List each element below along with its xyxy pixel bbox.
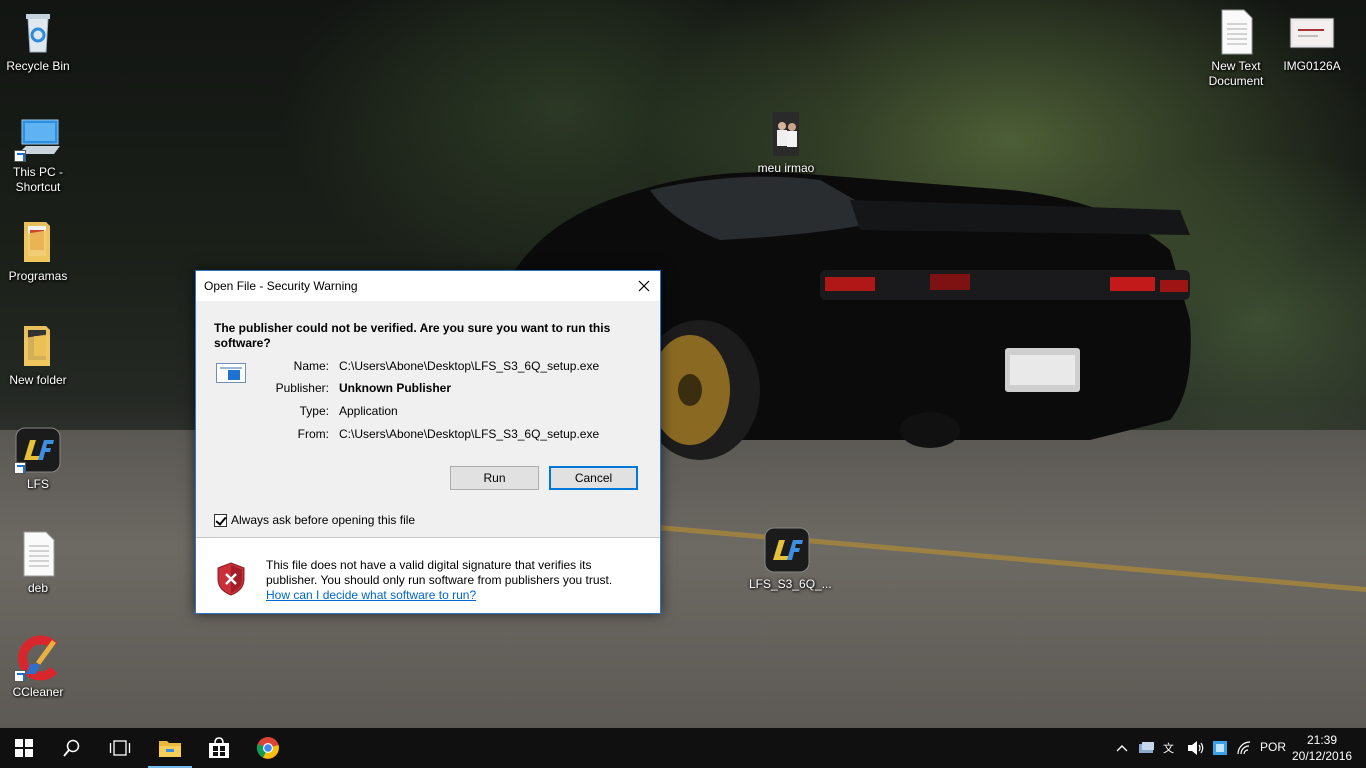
task-view-button[interactable] bbox=[96, 728, 144, 768]
lfs-app-icon bbox=[763, 526, 811, 574]
desktop-icon-label: New Text Document bbox=[1208, 59, 1264, 88]
desktop-icon-label: LFS bbox=[26, 477, 49, 491]
taskbar-store[interactable] bbox=[195, 728, 243, 768]
folder-icon bbox=[14, 322, 62, 370]
keyboard-input-icon: 文 bbox=[1163, 741, 1174, 755]
taskbar-file-explorer[interactable] bbox=[146, 728, 194, 768]
publisher-label: Publisher: bbox=[275, 381, 329, 395]
taskbar-chrome[interactable] bbox=[244, 728, 292, 768]
desktop-icon-ccleaner[interactable]: CCleaner bbox=[0, 634, 76, 700]
desktop-icon-meu-irmao[interactable]: meu irmao bbox=[748, 110, 824, 176]
photo-thumbnail-icon bbox=[762, 110, 810, 158]
desktop-icon-new-text-document[interactable]: New Text Document bbox=[1198, 8, 1274, 89]
recycle-bin-icon bbox=[14, 8, 62, 56]
speaker-icon bbox=[1188, 741, 1204, 755]
desktop-icon-new-folder[interactable]: New folder bbox=[0, 322, 76, 388]
desktop-icon-label: IMG0126A bbox=[1283, 59, 1341, 73]
folder-icon bbox=[159, 741, 181, 757]
type-label: Type: bbox=[299, 404, 329, 418]
desktop-icon-deb[interactable]: deb bbox=[0, 530, 76, 596]
ccleaner-icon bbox=[14, 634, 62, 682]
clock[interactable]: 21:39 20/12/2016 bbox=[1292, 732, 1352, 764]
desktop-icon-label: deb bbox=[27, 581, 49, 595]
always-ask-checkbox[interactable] bbox=[214, 513, 227, 527]
tray-device-icon-button[interactable] bbox=[1136, 728, 1158, 768]
desktop-icon-label: Recycle Bin bbox=[6, 59, 70, 73]
help-link[interactable]: How can I decide what software to run? bbox=[266, 588, 476, 603]
desktop-icon-label: CCleaner bbox=[12, 685, 64, 699]
desktop-icon-label: meu irmao bbox=[757, 161, 815, 175]
shortcut-arrow-icon bbox=[14, 670, 26, 682]
cancel-button[interactable]: Cancel bbox=[549, 466, 638, 490]
computer-icon bbox=[14, 114, 62, 162]
desktop-icon-lfs-setup[interactable]: LFS_S3_6Q_... bbox=[749, 526, 832, 592]
text-document-icon bbox=[14, 530, 62, 578]
publisher-value: Unknown Publisher bbox=[339, 381, 452, 395]
desktop-icon-recycle-bin[interactable]: Recycle Bin bbox=[0, 8, 76, 74]
image-thumbnail-icon bbox=[1288, 8, 1336, 56]
shield-warning-icon bbox=[217, 562, 245, 596]
tray-keyboard-button[interactable]: 文 bbox=[1160, 728, 1182, 768]
application-file-icon bbox=[216, 363, 246, 383]
wifi-button[interactable] bbox=[1234, 728, 1254, 768]
wifi-icon bbox=[1237, 741, 1251, 755]
desktop-icon-this-pc[interactable]: This PC - Shortcut bbox=[0, 114, 76, 195]
desktop-icon-label: New folder bbox=[9, 373, 67, 387]
desktop-icon-programas[interactable]: Programas bbox=[0, 218, 76, 284]
folder-icon bbox=[14, 218, 62, 266]
from-value: C:\Users\Abone\Desktop\LFS_S3_6Q_setup.e… bbox=[339, 427, 600, 441]
taskbar: 文 POR 21:39 20/12/2016 bbox=[0, 728, 1366, 768]
close-icon bbox=[638, 280, 650, 292]
clock-time: 21:39 bbox=[1306, 733, 1338, 747]
store-icon bbox=[209, 737, 229, 758]
always-ask-option[interactable]: Always ask before opening this file bbox=[214, 513, 415, 527]
warning-message: This file does not have a valid digital … bbox=[266, 558, 646, 603]
security-warning-dialog: Open File - Security Warning The publish… bbox=[195, 270, 661, 614]
dialog-heading: The publisher could not be verified. Are… bbox=[214, 321, 611, 350]
close-button[interactable] bbox=[628, 271, 660, 301]
name-value: C:\Users\Abone\Desktop\LFS_S3_6Q_setup.e… bbox=[339, 359, 600, 373]
search-button[interactable] bbox=[48, 728, 96, 768]
volume-button[interactable] bbox=[1185, 728, 1207, 768]
tray-app-button[interactable] bbox=[1210, 728, 1230, 768]
shortcut-arrow-icon bbox=[14, 462, 26, 474]
start-button[interactable] bbox=[0, 728, 48, 768]
search-icon bbox=[63, 739, 80, 757]
language-indicator[interactable]: POR bbox=[1260, 740, 1286, 754]
show-hidden-icons-button[interactable] bbox=[1112, 728, 1132, 768]
chrome-icon bbox=[256, 737, 279, 759]
run-button[interactable]: Run bbox=[450, 466, 539, 490]
from-label: From: bbox=[297, 427, 329, 441]
type-value: Application bbox=[339, 404, 398, 418]
warning-text: This file does not have a valid digital … bbox=[266, 558, 613, 587]
clock-date: 20/12/2016 bbox=[1292, 749, 1353, 763]
svg-text:文: 文 bbox=[1163, 741, 1174, 755]
desktop-icon-lfs[interactable]: LFS bbox=[0, 426, 76, 492]
desktop-icon-label: LFS_S3_6Q_... bbox=[749, 577, 832, 591]
dialog-title: Open File - Security Warning bbox=[204, 279, 358, 293]
lfs-app-icon bbox=[14, 426, 62, 474]
name-label: Name: bbox=[293, 359, 329, 373]
desktop-icon-label: This PC - Shortcut bbox=[12, 165, 63, 194]
desktop-icon-label: Programas bbox=[8, 269, 68, 283]
task-view-icon bbox=[109, 740, 131, 756]
text-document-icon bbox=[1212, 8, 1260, 56]
chevron-up-icon bbox=[1116, 745, 1128, 752]
dialog-titlebar[interactable]: Open File - Security Warning bbox=[196, 271, 660, 301]
shortcut-arrow-icon bbox=[14, 150, 26, 162]
always-ask-label: Always ask before opening this file bbox=[231, 513, 416, 527]
dialog-footer: This file does not have a valid digital … bbox=[196, 538, 660, 613]
windows-logo-icon bbox=[15, 739, 33, 757]
network-device-icon bbox=[1139, 742, 1154, 753]
tray-app-icon bbox=[1213, 741, 1227, 755]
desktop-icon-img0126a[interactable]: IMG0126A bbox=[1274, 8, 1350, 74]
